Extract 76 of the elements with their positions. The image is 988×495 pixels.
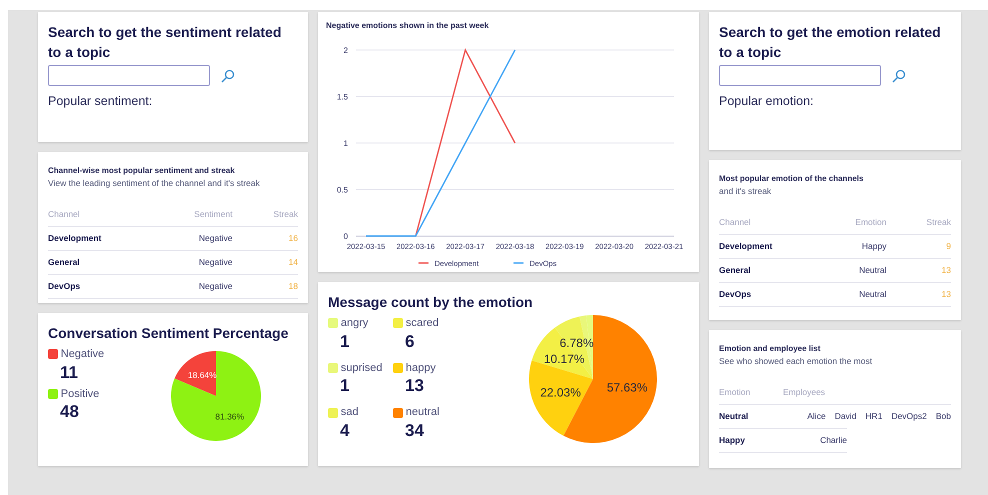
column-header: Emotion [719,386,752,398]
legend-label: angry [340,316,368,332]
table-cell: Happy [824,234,886,258]
card-title: Channel-wise most popular sentiment and streak [48,164,236,177]
table-cell: 14 [232,250,298,274]
column-header: Streak [232,202,298,227]
axis-tick-label: 0 [344,232,348,241]
table-cell-text: Neutral [719,410,750,423]
card-subtitle: and it's streak [719,184,772,198]
column-header: Channel [719,210,825,235]
table-cell: 18 [232,274,298,298]
table-cell: David [834,410,856,423]
legend-label: happy [406,360,436,376]
card-title: Message count by the emotion [328,293,534,312]
slice-label: 57.63% [606,380,648,394]
table-cell: General [719,258,825,282]
card-title: Emotion and employee list [719,342,822,355]
legend-label: suprised [340,360,382,376]
result-label: Popular sentiment: [48,92,154,110]
table-cell-text: Alice [806,410,826,423]
table-cell: Neutral [824,282,886,306]
legend-label: Negative [60,347,104,362]
card-subtitle: See who showed each emotion the most [719,354,874,368]
axis-tick-label: 2 [344,46,348,55]
card-title: Search to get the sentiment related to a topic [48,23,282,62]
slice-label: 81.36% [215,412,244,422]
search-icon[interactable] [892,68,906,83]
table-cell: Negative [155,250,232,274]
column-header: Channel [48,202,156,227]
table-cell: Development [48,226,156,250]
legend-label: neutral [406,405,440,420]
legend-label: sad [340,405,358,420]
count-value: 1 [339,376,350,397]
result-label: Popular emotion: [719,92,815,110]
table-cell: Negative [155,274,232,298]
table-cell-text: Happy [719,434,746,447]
card-title: Search to get the emotion related to a topic [719,23,942,62]
axis-tick-label: 0.5 [336,186,348,194]
table-cell: 13 [886,258,951,282]
axis-tick-label: 1.5 [336,92,348,102]
axis-tick-label: 1 [344,139,348,148]
slice-label: 22.03% [540,386,581,400]
table-cell: Negative [155,226,232,250]
table-cell: Neutral [824,258,886,282]
column-header: Emotion [824,210,886,235]
table-cell: DevOps2 [891,410,927,423]
card-title: Most popular emotion of the channels [719,172,864,185]
column-header: Employees [783,386,826,398]
count-value: 11 [59,362,79,383]
count-value: 48 [59,402,80,423]
table-cell: General [48,250,156,274]
count-value: 13 [404,376,425,397]
card-title: Conversation Sentiment Percentage [48,324,290,343]
table-cell-text: Charlie [819,434,847,447]
legend-label: Positive [60,386,100,402]
table-cell: DevOps [719,282,825,306]
table-cell: DevOps [48,274,156,298]
column-header: Sentiment [155,202,232,227]
table-cell: Bob [936,410,951,423]
column-header: Streak [886,210,951,235]
table-cell: HR1 [865,410,882,423]
table-cell: 9 [886,234,951,258]
table-cell: 16 [232,226,298,250]
slice-label: 10.17% [544,352,584,366]
count-value: 4 [339,420,350,442]
card-subtitle: View the leading sentiment of the channel and it's streak [48,176,261,190]
search-icon[interactable] [221,68,235,83]
legend-label: scared [406,316,439,332]
count-value: 6 [404,332,416,352]
chart-title: Negative emotions shown in the past week [326,20,490,32]
table-cell: 13 [886,282,951,306]
search-field[interactable] [719,65,881,86]
count-value: 34 [404,420,425,442]
count-value: 1 [339,332,350,352]
search-field[interactable] [48,65,210,86]
table-cell: Development [719,234,825,258]
